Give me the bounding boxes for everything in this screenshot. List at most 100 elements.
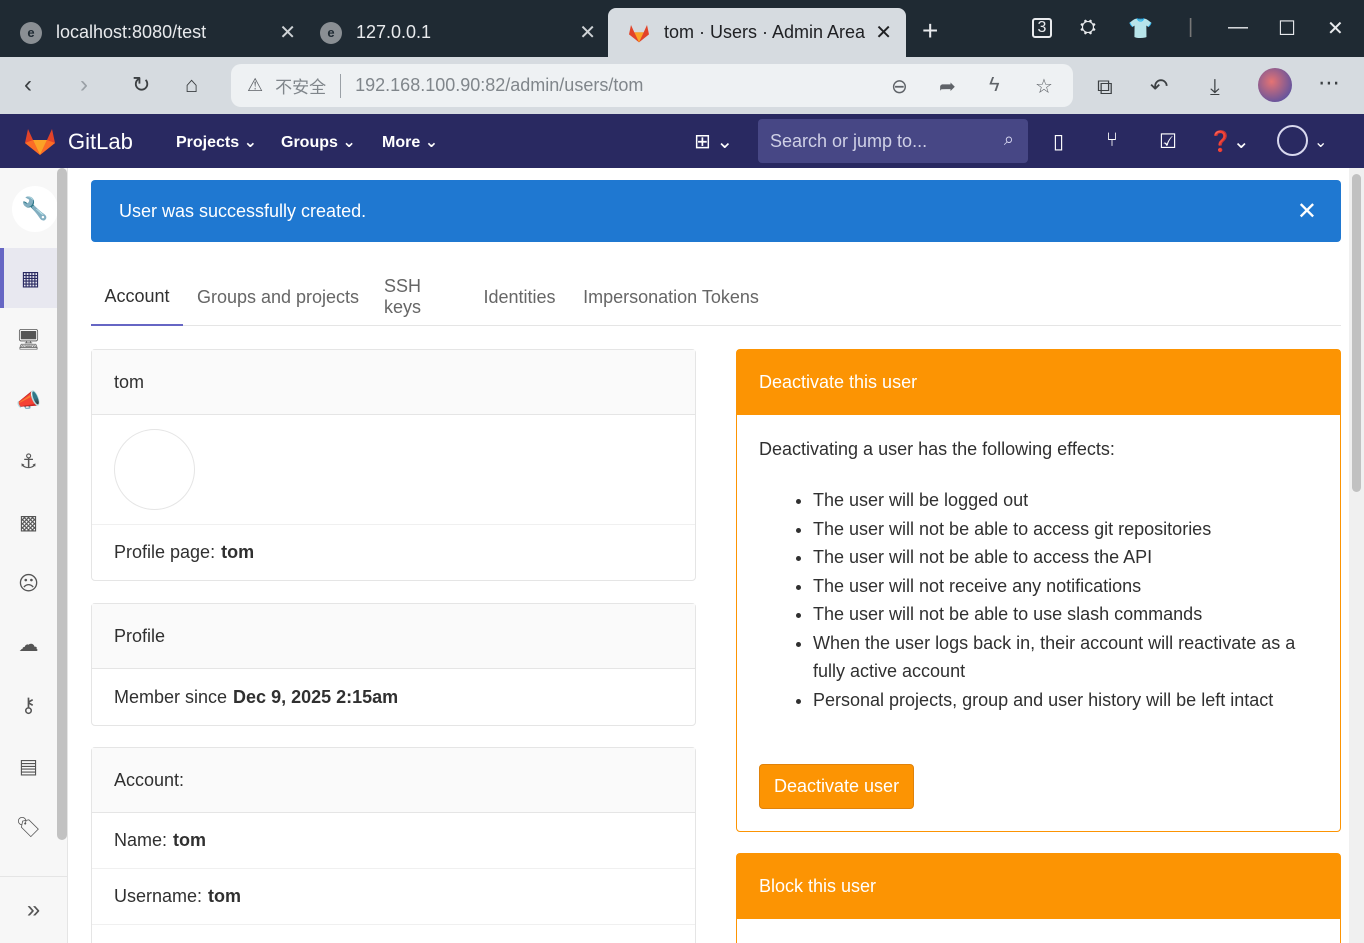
- collapse-sidebar-icon[interactable]: »: [0, 876, 67, 943]
- close-icon[interactable]: ✕: [875, 20, 892, 45]
- window-close-icon[interactable]: ✕: [1327, 16, 1344, 41]
- sidebar-item-monitoring[interactable]: 🖥: [0, 309, 57, 369]
- todo-icon[interactable]: ☑: [1159, 129, 1177, 154]
- profile-page-row: Profile page: tom: [92, 525, 695, 580]
- username-row: Username: tom: [92, 869, 695, 925]
- forward-icon[interactable]: ›: [80, 71, 88, 99]
- sidebar-item-abuse-reports[interactable]: ☹: [0, 553, 57, 613]
- copilot-icon[interactable]: ⛭: [1080, 16, 1096, 39]
- tab-label: Impersonation Tokens: [583, 286, 759, 307]
- extensions-icon[interactable]: 👕: [1128, 16, 1153, 41]
- scrollbar-thumb[interactable]: [1352, 174, 1361, 492]
- sidebar-item-templates[interactable]: ▤: [0, 736, 57, 796]
- divider: |: [1188, 16, 1194, 38]
- tab-title: tom · Users · Admin Area: [664, 22, 866, 42]
- star-icon[interactable]: ☆: [1035, 74, 1053, 99]
- user-name: tom: [114, 371, 145, 392]
- page-scrollbar[interactable]: [1349, 168, 1364, 943]
- deactivate-card-body: Deactivating a user has the following ef…: [737, 415, 1340, 738]
- tab-ssh-keys[interactable]: SSH keys: [384, 268, 459, 326]
- maximize-icon[interactable]: ☐: [1278, 16, 1296, 41]
- url-text[interactable]: 192.168.100.90:82/admin/users/tom: [355, 75, 643, 96]
- browser-tab-localhost[interactable]: e localhost:8080/test ✕: [0, 8, 310, 57]
- tab-impersonation-tokens[interactable]: Impersonation Tokens: [579, 268, 763, 326]
- wrench-icon[interactable]: 🔧: [12, 186, 58, 232]
- close-icon[interactable]: ✕: [579, 20, 596, 45]
- gitlab-logo-icon[interactable]: [24, 126, 56, 156]
- nav-projects-label: Projects: [176, 134, 240, 151]
- plus-square-icon[interactable]: ⊞ ⌄: [694, 129, 733, 154]
- sidebar-item-deploy-keys[interactable]: ⚷: [0, 675, 57, 735]
- key-icon: ⚷: [21, 694, 36, 717]
- close-icon[interactable]: ✕: [1297, 197, 1317, 226]
- tab-title: localhost:8080/test: [56, 22, 207, 42]
- close-icon[interactable]: ✕: [279, 20, 296, 45]
- profile-page-link[interactable]: tom: [221, 542, 254, 563]
- search-icon: ⌕: [1003, 129, 1014, 149]
- avatar-row: [92, 415, 695, 525]
- chevron-down-icon[interactable]: ⌄: [1314, 132, 1327, 152]
- minimize-icon[interactable]: —: [1228, 16, 1248, 39]
- member-since-label: Member since: [114, 686, 228, 707]
- dashboard-icon: ▦: [21, 267, 40, 290]
- home-icon[interactable]: ⌂: [185, 72, 198, 98]
- merge-request-icon[interactable]: ⑂: [1106, 129, 1118, 152]
- tab-label: Account: [104, 285, 170, 306]
- tab-groups-and-projects[interactable]: Groups and projects: [194, 268, 362, 326]
- download-icon[interactable]: ⤓: [1210, 74, 1220, 100]
- user-avatar[interactable]: [1277, 125, 1308, 156]
- sidebar-item-hooks[interactable]: ⚓: [0, 431, 57, 491]
- list-item: The user will be logged out: [813, 486, 1318, 515]
- list-item: When the user logs back in, their accoun…: [813, 629, 1318, 686]
- share-icon[interactable]: ➦: [939, 74, 956, 99]
- new-tab-icon[interactable]: +: [922, 17, 938, 45]
- chevron-down-icon: ⌄: [243, 134, 257, 151]
- more-menu-icon[interactable]: ⋯: [1318, 70, 1340, 96]
- nav-more[interactable]: More ⌄: [382, 132, 438, 152]
- tab-title: 127.0.0.1: [356, 22, 432, 42]
- deactivate-card-title: Deactivate this user: [759, 372, 918, 392]
- nav-projects[interactable]: Projects ⌄: [176, 132, 257, 152]
- browser-tab-127[interactable]: e 127.0.0.1 ✕: [300, 8, 610, 57]
- reload-icon[interactable]: ↻: [132, 72, 150, 98]
- address-bar[interactable]: ⚠ 不安全 192.168.100.90:82/admin/users/tom …: [231, 64, 1073, 107]
- tab-search-icon[interactable]: 3: [1032, 18, 1052, 38]
- nav-groups[interactable]: Groups ⌄: [281, 132, 356, 152]
- browser-profile-avatar[interactable]: [1258, 68, 1292, 102]
- sidebar-item-applications[interactable]: ▩: [0, 492, 57, 552]
- deactivate-user-button[interactable]: Deactivate user: [759, 764, 915, 809]
- sidebar-item-overview[interactable]: ▦: [0, 248, 57, 308]
- user-tabs: Account Groups and projects SSH keys Ide…: [91, 268, 1341, 326]
- search-input[interactable]: Search or jump to... ⌕: [758, 119, 1028, 163]
- globe-icon: e: [20, 21, 42, 44]
- security-label[interactable]: 不安全: [275, 73, 326, 98]
- browser-tab-gitlab[interactable]: tom · Users · Admin Area ✕: [608, 8, 906, 57]
- account-card-header: Account:: [92, 748, 695, 813]
- name-value: tom: [173, 830, 207, 850]
- sidebar-item-messages[interactable]: 📣: [0, 370, 57, 430]
- extension-puzzle-icon[interactable]: ⧉: [1097, 74, 1113, 100]
- issues-icon[interactable]: ▯: [1053, 129, 1064, 154]
- gitlab-header: GitLab Projects ⌄ Groups ⌄ More ⌄ ⊞ ⌄ Se…: [0, 114, 1364, 168]
- nav-more-label: More: [382, 134, 421, 151]
- template-icon: ▤: [19, 755, 38, 778]
- back-icon[interactable]: ‹: [24, 71, 32, 99]
- zoom-icon[interactable]: ⊖: [891, 74, 908, 99]
- tab-label: SSH keys: [384, 276, 422, 317]
- tab-identities[interactable]: Identities: [481, 268, 558, 326]
- lightning-icon[interactable]: ϟ: [989, 74, 1000, 97]
- brand-name[interactable]: GitLab: [68, 129, 133, 155]
- sidebar-item-labels[interactable]: 🏷: [0, 797, 57, 857]
- member-since-row: Member since Dec 9, 2025 2:15am: [92, 669, 695, 725]
- avatar: [114, 429, 195, 510]
- deactivate-user-card: Deactivate this user Deactivating a user…: [736, 349, 1341, 832]
- label-icon: 🏷: [15, 816, 42, 839]
- sidebar-item-kubernetes[interactable]: ☁: [0, 614, 57, 674]
- undo-icon[interactable]: ↶: [1150, 74, 1168, 100]
- block-card-title: Block this user: [759, 876, 877, 896]
- list-item: The user will not be able to access git …: [813, 515, 1318, 544]
- sidebar-scrollbar[interactable]: [57, 168, 67, 840]
- help-icon[interactable]: ❓⌄: [1208, 129, 1250, 154]
- tab-account[interactable]: Account: [91, 268, 183, 326]
- account-card: Account: Name: tom Username: tom: [91, 747, 696, 943]
